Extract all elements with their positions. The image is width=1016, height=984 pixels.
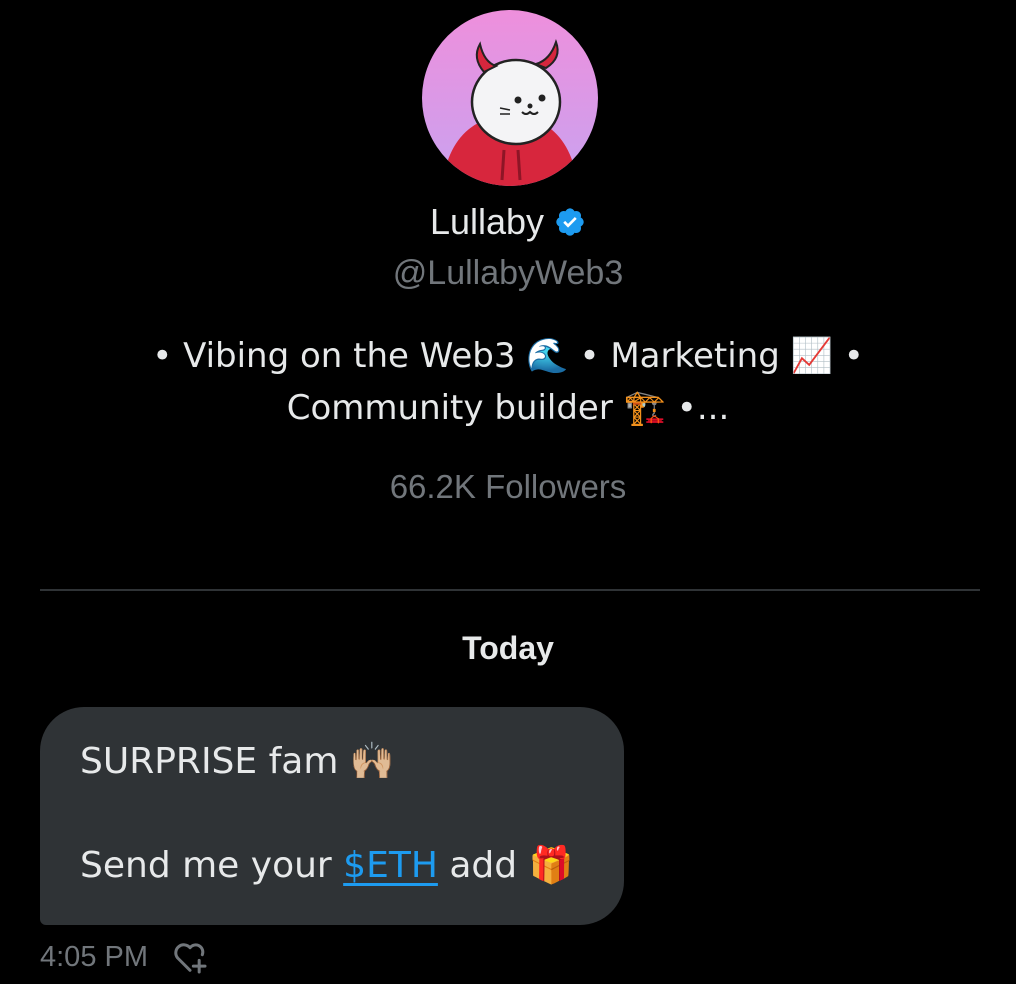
- name-row: Lullaby: [0, 198, 1016, 246]
- profile-bio: • Vibing on the Web3 🌊 • Marketing 📈 • C…: [130, 330, 886, 434]
- message-meta: 4:05 PM: [40, 935, 210, 979]
- date-separator: Today: [462, 630, 554, 666]
- followers-count[interactable]: 66.2K Followers: [0, 464, 1016, 510]
- message-line-1: SURPRISE fam 🙌🏼: [80, 741, 395, 782]
- cashtag-link[interactable]: $ETH: [343, 845, 438, 886]
- divider: [40, 589, 980, 591]
- message-text-suffix: add 🎁: [437, 845, 574, 886]
- verified-badge-icon: [554, 206, 586, 238]
- message-bubble[interactable]: SURPRISE fam 🙌🏼 Send me your $ETH add 🎁: [40, 707, 624, 925]
- avatar-illustration: [422, 10, 598, 186]
- message-line-2: Send me your $ETH add 🎁: [80, 841, 584, 891]
- display-name[interactable]: Lullaby: [430, 198, 544, 246]
- bio-line-1: • Vibing on the Web3 🌊 • Marketing 📈 •: [152, 336, 864, 376]
- message-text-prefix: Send me your: [80, 845, 344, 886]
- add-reaction-heart-icon[interactable]: [170, 937, 210, 977]
- bio-line-2: Community builder 🏗️ •...: [286, 388, 730, 428]
- message-timestamp: 4:05 PM: [40, 940, 148, 973]
- profile-handle[interactable]: @LullabyWeb3: [0, 250, 1016, 296]
- avatar[interactable]: [422, 10, 598, 186]
